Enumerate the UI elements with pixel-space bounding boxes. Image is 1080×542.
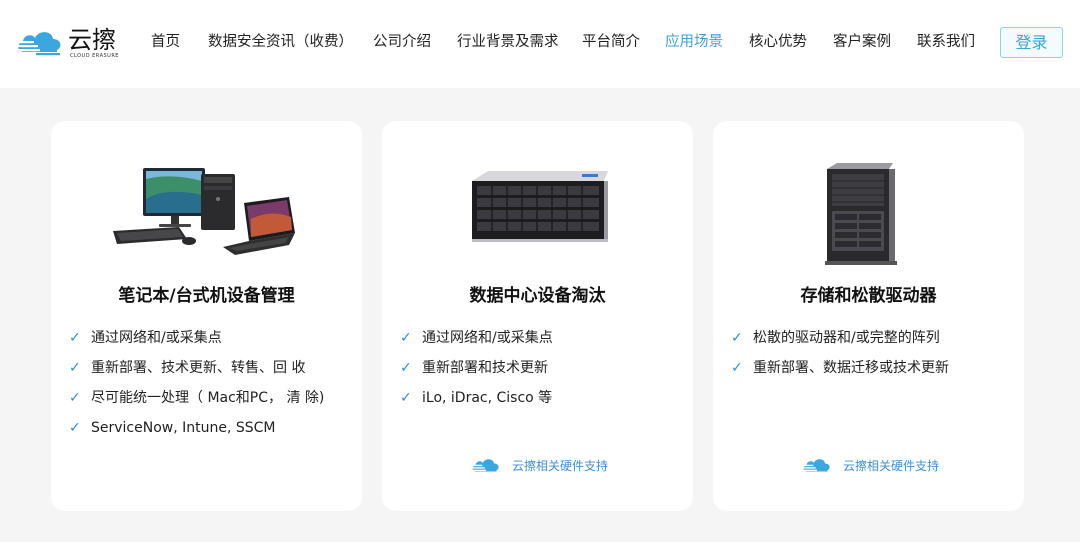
hardware-support-label: 云擦相关硬件支持 [843, 459, 940, 473]
nav-about-company[interactable]: 公司介绍 [373, 32, 431, 52]
nav-home[interactable]: 首页 [151, 32, 180, 52]
card-storage-drives: 存储和松散驱动器 ✓ 松散的驱动器和/或完整的阵列 ✓ 重新部署、数据迁移或技术更新… [713, 121, 1024, 511]
nav-customer-cases[interactable]: 客户案例 [833, 32, 891, 52]
feature-list: ✓ 通过网络和/或采集点 ✓ 重新部署和技术更新 ✓ iLo, iDrac, Cisc… [400, 328, 553, 418]
cloud-logo-icon [14, 32, 61, 56]
check-icon: ✓ [69, 360, 81, 376]
check-icon: ✓ [69, 420, 81, 436]
check-icon: ✓ [400, 360, 412, 376]
feature-list: ✓ 通过网络和/或采集点 ✓ 重新部署、技术更新、转售、回 收 ✓ 尽可能统一处理（ … [69, 328, 324, 448]
card-laptop-desktop: 笔记本/台式机设备管理 ✓ 通过网络和/或采集点 ✓ 重新部署、技术更新、转售、回 … [51, 121, 362, 511]
card-title: 存储和松散驱动器 [800, 286, 937, 306]
card-title: 数据中心设备淘汰 [469, 286, 606, 306]
card-title: 笔记本/台式机设备管理 [118, 286, 295, 306]
check-icon: ✓ [69, 390, 81, 406]
site-header: 云擦 CLOUD ERASURE 首页 数据安全资讯（收费） 公司介绍 行业背景… [0, 0, 1080, 88]
cloud-logo-icon [470, 459, 499, 472]
list-item: ✓ 通过网络和/或采集点 [69, 330, 222, 346]
desktop-laptop-icon [113, 168, 295, 255]
rack-server-icon [472, 171, 608, 242]
list-item: ✓ 松散的驱动器和/或完整的阵列 [731, 330, 940, 346]
card-data-center: 数据中心设备淘汰 ✓ 通过网络和/或采集点 ✓ 重新部署和技术更新 ✓ iLo, iD… [382, 121, 693, 511]
list-item: ✓ 重新部署和技术更新 [400, 360, 548, 376]
nav-core-advantages[interactable]: 核心优势 [749, 32, 807, 52]
brand-logo[interactable]: 云擦 CLOUD ERASURE [14, 26, 124, 60]
list-item: ✓ 重新部署、技术更新、转售、回 收 [69, 360, 306, 376]
brand-name: 云擦 [68, 26, 116, 54]
list-item: ✓ ServiceNow, Intune, SSCM [69, 420, 276, 436]
nav-contact-us[interactable]: 联系我们 [917, 32, 975, 52]
list-item: ✓ 尽可能统一处理（ Mac和PC， 清 除) [69, 390, 325, 406]
nav-use-cases[interactable]: 应用场景 [665, 32, 723, 52]
nav-platform-intro[interactable]: 平台简介 [582, 32, 640, 52]
list-item: ✓ 重新部署、数据迁移或技术更新 [731, 360, 949, 376]
check-icon: ✓ [731, 360, 743, 376]
tower-server-icon [825, 163, 897, 265]
nav-security-news[interactable]: 数据安全资讯（收费） [208, 32, 353, 52]
check-icon: ✓ [400, 330, 412, 346]
brand-subtitle: CLOUD ERASURE [70, 53, 119, 59]
hardware-support-label: 云擦相关硬件支持 [512, 459, 609, 473]
cloud-logo-icon [801, 459, 830, 472]
nav-industry-background[interactable]: 行业背景及需求 [457, 32, 559, 52]
check-icon: ✓ [731, 330, 743, 346]
check-icon: ✓ [400, 390, 412, 406]
list-item: ✓ 通过网络和/或采集点 [400, 330, 553, 346]
feature-list: ✓ 松散的驱动器和/或完整的阵列 ✓ 重新部署、数据迁移或技术更新 [731, 328, 949, 388]
list-item: ✓ iLo, iDrac, Cisco 等 [400, 390, 553, 406]
check-icon: ✓ [69, 330, 81, 346]
login-button[interactable]: 登录 [1000, 27, 1063, 58]
